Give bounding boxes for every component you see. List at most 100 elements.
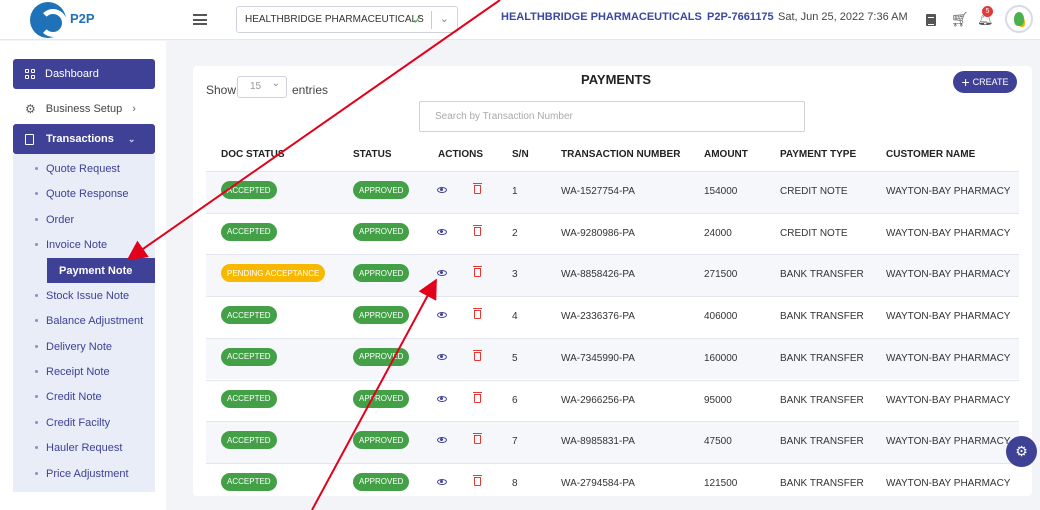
table-row[interactable]: ACCEPTED APPROVED 8 WA-2794584-PA 121500 BANK…	[206, 462, 1019, 496]
table-row[interactable]: ACCEPTED APPROVED 7 WA-8985831-PA 47500 BANK …	[206, 421, 1019, 463]
cell-amount: 47500	[704, 436, 732, 448]
submenu-stock-issue-note[interactable]: Stock Issue Note	[13, 283, 155, 308]
table-row[interactable]: PENDING ACCEPTANCE APPROVED 3 WA-8858426-PA…	[206, 254, 1019, 297]
cell-amount: 95000	[704, 394, 732, 406]
trash-icon[interactable]	[473, 183, 482, 194]
show-label: Show	[206, 83, 237, 97]
submenu-receipt-note[interactable]: Receipt Note	[13, 359, 155, 384]
doc-status-badge: ACCEPTED	[221, 431, 277, 450]
col-payment-type[interactable]: PAYMENT TYPE	[780, 149, 856, 160]
status-badge: APPROVED	[353, 347, 410, 366]
cell-payment-type: BANK TRANSFER	[780, 477, 864, 489]
submenu-credit-facility[interactable]: Credit Facilty	[13, 410, 155, 435]
cell-customer-name: WAYTON-BAY PHARMACY	[886, 477, 1011, 489]
company-select[interactable]: HEALTHBRIDGE PHARMACEUTICALS ✓ ⌄	[236, 6, 458, 33]
submenu-order[interactable]: Order	[13, 207, 155, 232]
eye-icon[interactable]	[437, 228, 447, 235]
grid-icon	[25, 69, 35, 79]
header-company-name: HEALTHBRIDGE PHARMACEUTICALS	[501, 11, 702, 23]
cell-customer-name: WAYTON-BAY PHARMACY	[886, 186, 1011, 197]
cell-amount: 121500	[704, 477, 738, 489]
trash-icon[interactable]	[473, 308, 482, 320]
payments-card: Show 15 entries PAYMENTS + CREATE DOC ST…	[193, 66, 1032, 496]
col-amount[interactable]: AMOUNT	[704, 149, 748, 160]
submenu-credit-note[interactable]: Credit Note	[13, 384, 155, 409]
cell-payment-type: BANK TRANSFER	[780, 311, 864, 323]
entries-label: entries	[292, 83, 329, 97]
plus-icon: +	[961, 74, 970, 90]
submenu-delivery-note[interactable]: Delivery Note	[13, 334, 155, 359]
cell-sn: 1	[512, 186, 518, 197]
eye-icon[interactable]	[437, 312, 447, 319]
sidebar-item-label: Business Setup	[45, 103, 123, 115]
submenu-quote-request[interactable]: Quote Request	[13, 156, 155, 181]
chevron-right-icon: ›	[132, 103, 136, 115]
create-button[interactable]: + CREATE	[953, 71, 1017, 93]
document-icon[interactable]	[926, 14, 936, 26]
eye-icon[interactable]	[437, 187, 447, 193]
avatar[interactable]	[1005, 5, 1033, 33]
submenu-price-adjustment[interactable]: Price Adjustment	[13, 461, 155, 486]
submenu-invoice-note[interactable]: Invoice Note	[13, 232, 155, 257]
col-sn[interactable]: S/N	[512, 149, 529, 160]
gear-icon: ⚙	[1015, 443, 1028, 459]
eye-icon[interactable]	[437, 353, 447, 360]
doc-status-badge: ACCEPTED	[221, 222, 277, 241]
cell-transaction-number: WA-1527754-PA	[561, 186, 635, 197]
eye-icon[interactable]	[437, 270, 447, 277]
entries-select[interactable]: 15	[237, 74, 287, 98]
cell-sn: 6	[512, 394, 518, 406]
doc-status-badge: ACCEPTED	[221, 347, 277, 366]
table-row[interactable]: ACCEPTED APPROVED 6 WA-2966256-PA 95000 BANK …	[206, 379, 1019, 422]
cart-icon[interactable]: 🛒︎	[951, 11, 969, 28]
table-row[interactable]: ACCEPTED APPROVED 2 WA-9280986-PA 24000 CREDI…	[206, 212, 1019, 255]
doc-status-badge: PENDING ACCEPTANCE	[221, 264, 326, 283]
eye-icon[interactable]	[437, 478, 447, 485]
trash-icon[interactable]	[473, 224, 482, 236]
table-row[interactable]: ACCEPTED APPROVED 4 WA-2336376-PA 406000 BANK…	[206, 296, 1019, 338]
col-doc-status[interactable]: DOC STATUS	[221, 149, 285, 160]
chevron-down-icon[interactable]: ⌄	[440, 12, 449, 25]
trash-icon[interactable]	[473, 433, 482, 445]
cell-sn: 7	[512, 436, 518, 448]
table-row[interactable]: ACCEPTED APPROVED 1 WA-1527754-PA 154000 CRED…	[206, 171, 1019, 213]
trash-icon[interactable]	[473, 349, 482, 361]
status-badge: APPROVED	[353, 389, 410, 408]
sidebar-item-label: Dashboard	[45, 68, 99, 80]
cell-sn: 3	[512, 269, 518, 281]
submenu-balance-adjustment[interactable]: Balance Adjustment	[13, 308, 155, 333]
cell-customer-name: WAYTON-BAY PHARMACY	[886, 352, 1011, 364]
cell-customer-name: WAYTON-BAY PHARMACY	[886, 269, 1011, 281]
menu-toggle-icon[interactable]	[193, 14, 207, 25]
status-badge: APPROVED	[353, 264, 410, 283]
search-input[interactable]	[419, 101, 805, 132]
col-status[interactable]: STATUS	[353, 149, 392, 160]
trash-icon[interactable]	[473, 474, 482, 486]
col-transaction-number[interactable]: TRANSACTION NUMBER	[561, 149, 680, 160]
table-row[interactable]: ACCEPTED APPROVED 5 WA-7345990-PA 160000 BANK…	[206, 337, 1019, 380]
settings-fab[interactable]: ⚙	[1006, 436, 1037, 467]
sidebar: Dashboard ⚙ Business Setup › Transaction…	[0, 41, 166, 510]
sidebar-item-transactions[interactable]: Transactions ⌄	[13, 124, 155, 154]
sidebar-item-dashboard[interactable]: Dashboard	[13, 59, 155, 89]
cell-payment-type: BANK TRANSFER	[780, 436, 864, 448]
checkmark-icon: ✓	[412, 12, 423, 27]
sidebar-item-business-setup[interactable]: ⚙ Business Setup ›	[13, 96, 155, 122]
trash-icon[interactable]	[473, 266, 482, 278]
account-id: P2P-7661175	[707, 11, 774, 23]
cell-sn: 8	[512, 477, 518, 489]
cell-sn: 5	[512, 352, 518, 364]
trash-icon[interactable]	[473, 391, 482, 403]
col-actions: ACTIONS	[438, 149, 483, 160]
col-customer-name[interactable]: CUSTOMER NAME	[886, 149, 975, 160]
p2p-logo[interactable]	[30, 2, 67, 38]
eye-icon[interactable]	[437, 437, 447, 444]
submenu-quote-response[interactable]: Quote Response	[13, 181, 155, 206]
sidebar-item-label: Transactions	[46, 133, 114, 145]
create-button-label: CREATE	[972, 77, 1009, 87]
submenu-hauler-request[interactable]: Hauler Request	[13, 435, 155, 460]
gear-icon: ⚙	[25, 102, 36, 116]
cell-sn: 4	[512, 311, 518, 323]
submenu-payment-note[interactable]: Payment Note	[47, 258, 155, 283]
eye-icon[interactable]	[437, 395, 447, 402]
